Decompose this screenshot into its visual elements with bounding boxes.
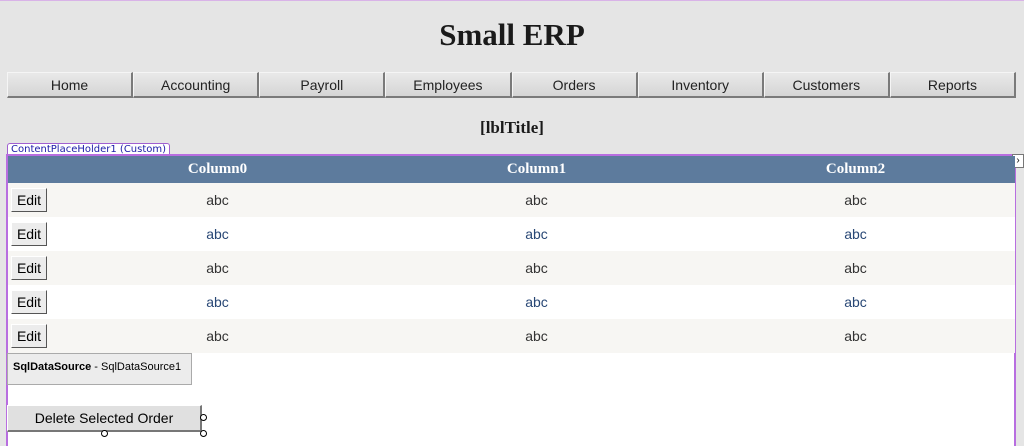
menu-item-home[interactable]: Home [7,72,134,98]
grid-cell: abc [58,251,377,285]
delete-selected-order-button[interactable]: Delete Selected Order [7,405,202,432]
table-row: Edit abc abc abc [8,217,1015,251]
edit-cell: Edit [8,319,58,353]
table-row: Edit abc abc abc [8,251,1015,285]
data-source-id: SqlDataSource1 [101,361,182,373]
grid-cell: abc [696,319,1015,353]
page-title-label: [lblTitle] [480,118,544,137]
grid-cell: abc [696,251,1015,285]
menu-item-inventory[interactable]: Inventory [637,72,764,98]
table-row: Edit abc abc abc [8,285,1015,319]
edit-cell: Edit [8,217,58,251]
edit-button[interactable]: Edit [11,290,47,314]
grid-cell: abc [696,285,1015,319]
grid-cell: abc [377,285,696,319]
edit-button[interactable]: Edit [11,188,47,212]
menu-item-employees[interactable]: Employees [385,72,512,98]
grid-header-row: Column0 Column1 Column2 [8,156,1015,183]
edit-cell: Edit [8,251,58,285]
main-menu: Home Accounting Payroll Employees Orders… [7,72,1016,98]
table-row: Edit abc abc abc [8,319,1015,353]
resize-handle-right[interactable] [200,414,207,421]
menu-item-accounting[interactable]: Accounting [133,72,260,98]
grid-cell: abc [696,183,1015,217]
data-source-separator: - [91,361,102,373]
menu-item-customers[interactable]: Customers [763,72,890,98]
grid-header-column2: Column2 [696,156,1015,183]
edit-cell: Edit [8,183,58,217]
edit-button[interactable]: Edit [11,324,47,348]
grid-cell: abc [377,319,696,353]
site-title: Small ERP [439,17,585,52]
grid-cell: abc [58,183,377,217]
grid-cell: abc [377,217,696,251]
grid-cell: abc [696,217,1015,251]
resize-handle-bottom[interactable] [101,430,108,437]
resize-handle-corner[interactable] [200,430,207,437]
menu-item-reports[interactable]: Reports [889,72,1016,98]
orders-grid: Column0 Column1 Column2 Edit abc abc abc… [8,156,1015,353]
menu-item-payroll[interactable]: Payroll [259,72,386,98]
grid-header-column1: Column1 [377,156,696,183]
edit-button[interactable]: Edit [11,222,47,246]
edit-button[interactable]: Edit [11,256,47,280]
menu-item-orders[interactable]: Orders [511,72,638,98]
edit-cell: Edit [8,285,58,319]
data-source-type: SqlDataSource [13,361,92,373]
grid-cell: abc [377,251,696,285]
grid-cell: abc [58,217,377,251]
grid-cell: abc [377,183,696,217]
sql-data-source-control[interactable]: SqlDataSource - SqlDataSource1 [7,353,192,385]
grid-header-column0: Column0 [58,156,377,183]
grid-header-edit [8,156,58,183]
grid-cell: abc [58,285,377,319]
table-row: Edit abc abc abc [8,183,1015,217]
grid-cell: abc [58,319,377,353]
